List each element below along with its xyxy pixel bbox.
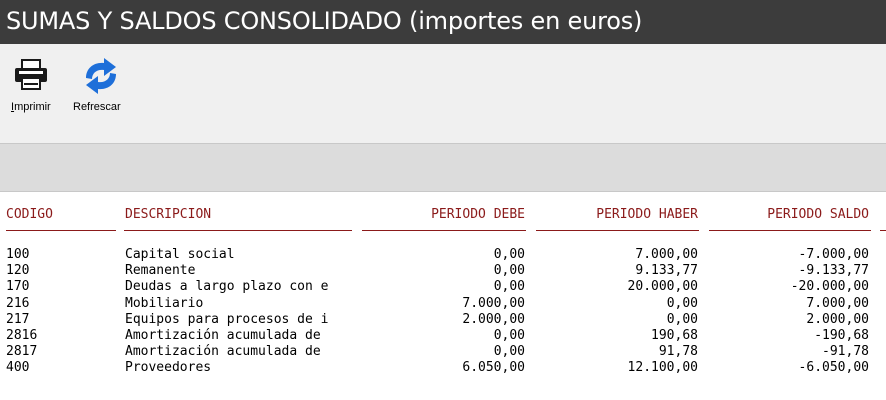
col-header-periodo-debe: PERIODO DEBE [431,207,525,222]
cell-descripcion: Amortización acumulada de [125,344,321,360]
cell-periodo-saldo: -6.050,00 [798,360,869,376]
cell-periodo-haber: 9.133,77 [635,263,698,279]
cell-periodo-saldo: -91,78 [822,344,869,360]
header-underline [124,230,352,231]
cell-codigo: 400 [6,360,30,376]
header-underline [536,230,699,231]
cell-periodo-saldo: -20.000,00 [790,279,869,295]
cell-codigo: 2817 [6,344,38,360]
cell-periodo-debe: 7.000,00 [462,295,525,311]
cell-periodo-saldo: 2.000,00 [806,311,869,327]
toolbar: Imprimir Refrescar [0,44,886,143]
col-header-periodo-haber: PERIODO HABER [596,207,698,222]
cell-codigo: 217 [6,311,30,327]
cell-periodo-haber: 12.100,00 [627,360,698,376]
cell-periodo-haber: 20.000,00 [627,279,698,295]
cell-descripcion: Remanente [125,263,196,279]
printer-icon [15,59,47,90]
cell-periodo-debe: 6.050,00 [462,360,525,376]
col-header-periodo-saldo: PERIODO SALDO [767,207,869,222]
print-button[interactable]: Imprimir [8,56,64,118]
header-underline [6,230,116,231]
window-title: SUMAS Y SALDOS CONSOLIDADO (importes en … [6,7,643,35]
col-header-descripcion: DESCRIPCION [125,207,212,222]
header-underline [880,230,886,231]
col-header-codigo: CODIGO [6,207,53,222]
report-area: CODIGO DESCRIPCION PERIODO DEBE PERIODO … [0,193,886,400]
cell-descripcion: Mobiliario [125,295,204,311]
refresh-button[interactable]: Refrescar [70,56,132,118]
cell-periodo-debe: 0,00 [493,279,525,295]
cell-codigo: 216 [6,295,30,311]
cell-codigo: 100 [6,247,30,262]
cell-periodo-haber: 91,78 [658,344,698,360]
refresh-label: Refrescar [73,101,121,113]
cell-periodo-saldo: -190,68 [814,328,869,343]
cell-periodo-debe: 0,00 [493,328,525,343]
cell-periodo-haber: 0,00 [666,295,698,311]
cell-codigo: 2816 [6,328,38,343]
cell-periodo-debe: 0,00 [493,247,525,262]
cell-periodo-haber: 0,00 [666,311,698,327]
cell-descripcion: Proveedores [125,360,212,376]
cell-periodo-haber: 190,68 [651,328,698,343]
cell-periodo-debe: 0,00 [493,263,525,279]
cell-codigo: 170 [6,279,30,295]
cell-periodo-debe: 2.000,00 [462,311,525,327]
cell-descripcion: Equipos para procesos de i [125,311,329,327]
cell-periodo-haber: 7.000,00 [635,247,698,262]
title-bar: SUMAS Y SALDOS CONSOLIDADO (importes en … [0,0,886,44]
cell-periodo-debe: 0,00 [493,344,525,360]
cell-descripcion: Capital social [125,247,235,262]
filter-band [0,143,886,192]
cell-descripcion: Deudas a largo plazo con e [125,279,329,295]
refresh-icon [86,58,116,94]
cell-periodo-saldo: -7.000,00 [798,247,869,262]
header-underline [709,230,871,231]
cell-descripcion: Amortización acumulada de [125,328,321,343]
print-label: Imprimir [11,101,51,113]
header-underline [362,230,526,231]
cell-periodo-saldo: -9.133,77 [798,263,869,279]
cell-codigo: 120 [6,263,30,279]
cell-periodo-saldo: 7.000,00 [806,295,869,311]
